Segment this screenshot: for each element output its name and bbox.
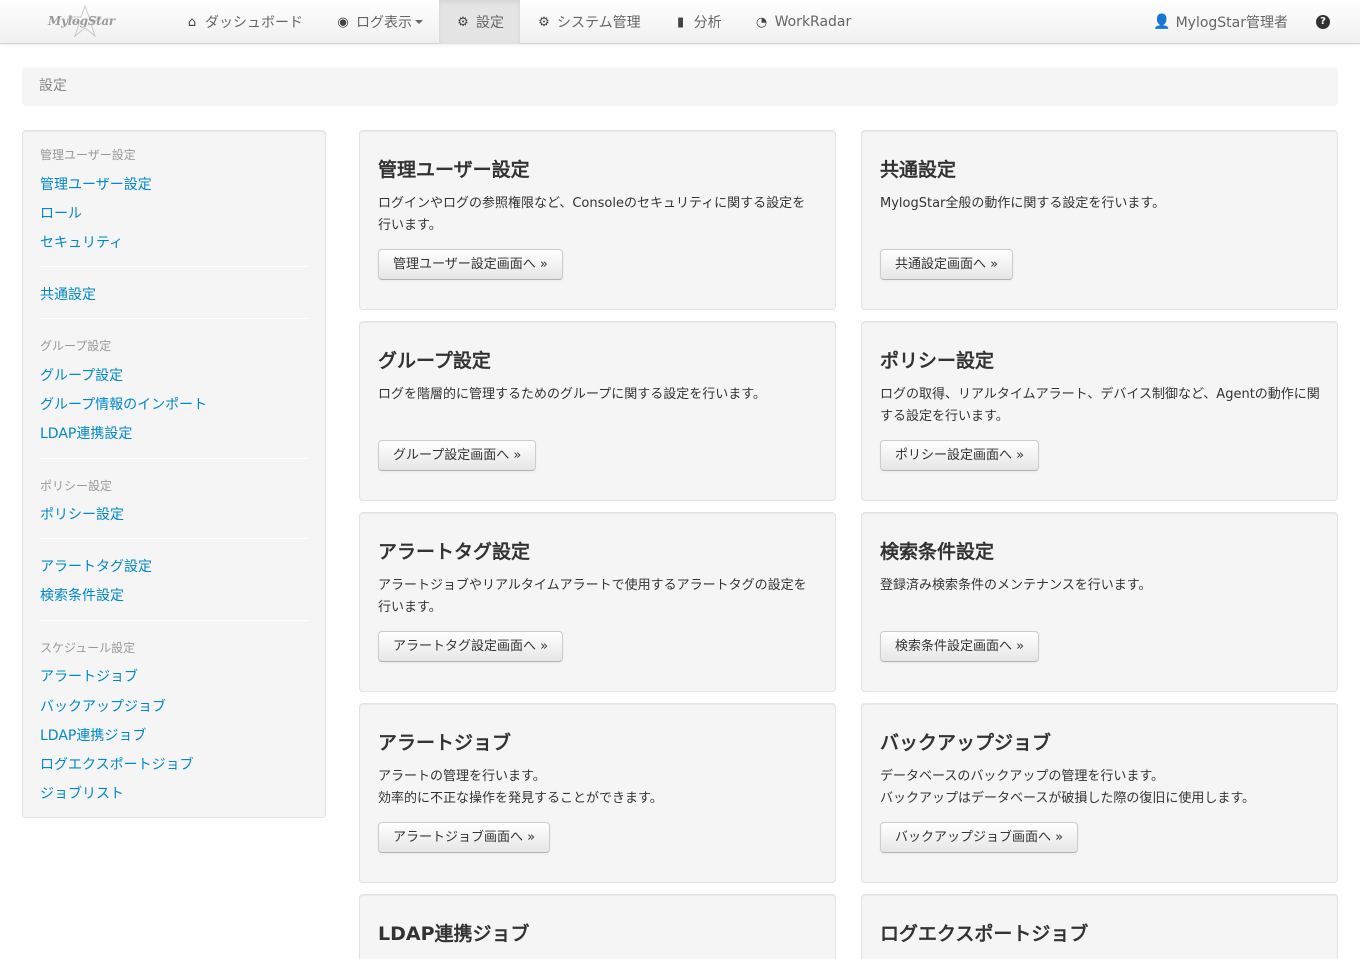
nav-dashboard[interactable]: ⌂ ダッシュボード (168, 0, 319, 44)
mylogstar-logo[interactable]: MylogStar (40, 4, 130, 40)
card-description: アラートの管理を行います。 効率的に不正な操作を発見することができます。 (378, 766, 818, 810)
card-description: ログの取得、リアルタイムアラート、デバイス制御など、Agentの動作に関する設定… (880, 384, 1320, 428)
nav-settings-label: 設定 (476, 15, 504, 31)
sidebar-item-alert-tag[interactable]: アラートタグ設定 (40, 556, 152, 576)
card-admin-user: 管理ユーザー設定 ログインやログの参照権限など、Consoleのセキュリティに関… (359, 130, 836, 310)
card-title: 管理ユーザー設定 (378, 159, 530, 181)
card-ldap-job: LDAP連携ジョブ (359, 894, 836, 959)
radar-icon: ◔ (755, 14, 768, 30)
nav-analysis-label: 分析 (693, 15, 722, 31)
card-backup-job: バックアップジョブ データベースのバックアップの管理を行います。 バックアップは… (861, 703, 1338, 883)
card-description: 登録済み検索条件のメンテナンスを行います。 (880, 575, 1320, 597)
nav-workradar[interactable]: ◔ WorkRadar (738, 0, 868, 44)
nav-settings[interactable]: ⚙ 設定 (439, 0, 520, 44)
backup-job-button[interactable]: バックアップジョブ画面へ » (880, 822, 1079, 853)
breadcrumb-current: 設定 (39, 78, 67, 94)
card-desc-line: ログの取得、リアルタイムアラート、デバイス制御など、Agentの動作に関する設定… (880, 387, 1320, 424)
sidebar-item-job-list[interactable]: ジョブリスト (40, 783, 124, 803)
nav-workradar-label: WorkRadar (774, 14, 852, 30)
sidebar-item-security[interactable]: セキュリティ (40, 232, 123, 252)
card-group: グループ設定 ログを階層的に管理するためのグループに関する設定を行います。 グル… (359, 321, 836, 501)
card-description: ログを階層的に管理するためのグループに関する設定を行います。 (378, 384, 818, 406)
card-desc-line: MylogStar全般の動作に関する設定を行います。 (880, 196, 1166, 211)
sidebar-item-search-condition[interactable]: 検索条件設定 (40, 585, 124, 605)
sidebar-divider (40, 318, 308, 319)
sidebar-divider (40, 458, 308, 459)
card-desc-line: データベースのバックアップの管理を行います。 (880, 769, 1165, 784)
card-desc-line: 登録済み検索条件のメンテナンスを行います。 (880, 578, 1152, 593)
card-description: アラートジョブやリアルタイムアラートで使用するアラートタグの設定を行います。 (378, 575, 818, 619)
alert-job-button[interactable]: アラートジョブ画面へ » (378, 822, 551, 853)
card-desc-line: ログを階層的に管理するためのグループに関する設定を行います。 (378, 387, 766, 402)
sidebar-item-ldap[interactable]: LDAP連携設定 (40, 423, 132, 443)
nav-log-view-label: ログ表示 (356, 15, 412, 31)
user-name: MylogStar管理者 (1175, 15, 1288, 31)
card-title: アラートジョブ (378, 732, 512, 754)
card-title: ログエクスポートジョブ (880, 923, 1089, 945)
sidebar-item-common[interactable]: 共通設定 (40, 284, 96, 304)
home-icon: ⌂ (187, 14, 197, 30)
card-title: 検索条件設定 (880, 541, 995, 563)
card-title: アラートタグ設定 (378, 541, 531, 563)
sidebar-divider (40, 538, 308, 539)
card-search-condition: 検索条件設定 登録済み検索条件のメンテナンスを行います。 検索条件設定画面へ » (861, 512, 1338, 692)
nav-log-view[interactable]: ◉ ログ表示 (319, 0, 439, 44)
breadcrumb: 設定 (22, 67, 1338, 106)
admin-user-settings-button[interactable]: 管理ユーザー設定画面へ » (378, 249, 563, 280)
gear-icon: ⚙ (457, 14, 469, 30)
sidebar-item-group-import[interactable]: グループ情報のインポート (40, 394, 207, 414)
card-policy: ポリシー設定 ログの取得、リアルタイムアラート、デバイス制御など、Agentの動… (861, 321, 1338, 501)
sidebar-divider (40, 266, 308, 267)
card-title: LDAP連携ジョブ (378, 923, 530, 945)
card-alert-tag: アラートタグ設定 アラートジョブやリアルタイムアラートで使用するアラートタグの設… (359, 512, 836, 692)
help-icon[interactable]: ? (1316, 15, 1330, 29)
sidebar-item-group[interactable]: グループ設定 (40, 365, 123, 385)
nav-analysis[interactable]: ▮ 分析 (657, 0, 738, 44)
card-desc-line: バックアップはデータベースが破損した際の復旧に使用します。 (880, 791, 1256, 806)
eye-icon: ◉ (337, 14, 349, 30)
nav-dashboard-label: ダッシュボード (205, 15, 303, 31)
user-menu[interactable]: 👤 MylogStar管理者 (1153, 12, 1288, 32)
group-settings-button[interactable]: グループ設定画面へ » (378, 440, 537, 471)
gear-icon: ⚙ (538, 14, 550, 30)
card-desc-line: ログインやログの参照権限など、Consoleのセキュリティに関する設定を行います… (378, 196, 806, 233)
alert-tag-settings-button[interactable]: アラートタグ設定画面へ » (378, 631, 564, 662)
nav-system-admin-label: システム管理 (557, 15, 641, 31)
sidebar-item-role[interactable]: ロール (40, 203, 82, 223)
common-settings-button[interactable]: 共通設定画面へ » (880, 249, 1014, 280)
sidebar-header-policy: ポリシー設定 (40, 479, 113, 493)
settings-sidebar: 管理ユーザー設定 管理ユーザー設定 ロール セキュリティ 共通設定 グループ設定… (22, 130, 326, 818)
card-title: ポリシー設定 (880, 350, 995, 372)
sidebar-item-ldap-job[interactable]: LDAP連携ジョブ (40, 725, 146, 745)
card-title: 共通設定 (880, 159, 957, 181)
sidebar-header-schedule: スケジュール設定 (40, 641, 136, 655)
user-icon: 👤 (1153, 14, 1171, 30)
card-description: MylogStar全般の動作に関する設定を行います。 (880, 193, 1320, 215)
search-condition-settings-button[interactable]: 検索条件設定画面へ » (880, 631, 1040, 662)
card-desc-line: 効率的に不正な操作を発見することができます。 (378, 791, 663, 806)
sidebar-item-policy[interactable]: ポリシー設定 (40, 504, 124, 524)
chevron-down-icon (415, 20, 423, 24)
sidebar-item-log-export-job[interactable]: ログエクスポートジョブ (40, 754, 194, 774)
card-description: データベースのバックアップの管理を行います。 バックアップはデータベースが破損し… (880, 766, 1320, 810)
top-navbar: MylogStar ⌂ ダッシュボード ◉ ログ表示 ⚙ 設定 ⚙ システム管理… (0, 0, 1360, 44)
card-common: 共通設定 MylogStar全般の動作に関する設定を行います。 共通設定画面へ … (861, 130, 1338, 310)
card-description: ログインやログの参照権限など、Consoleのセキュリティに関する設定を行います… (378, 193, 818, 237)
card-desc-line: アラートジョブやリアルタイムアラートで使用するアラートタグの設定を行います。 (378, 578, 807, 615)
sidebar-item-backup-job[interactable]: バックアップジョブ (40, 696, 166, 716)
card-desc-line: アラートの管理を行います。 (378, 769, 546, 784)
book-icon: ▮ (677, 14, 685, 30)
nav-system-admin[interactable]: ⚙ システム管理 (520, 0, 657, 44)
sidebar-divider (40, 620, 308, 621)
sidebar-item-alert-job[interactable]: アラートジョブ (40, 666, 138, 686)
sidebar-header-admin: 管理ユーザー設定 (40, 148, 136, 162)
policy-settings-button[interactable]: ポリシー設定画面へ » (880, 440, 1040, 471)
card-alert-job: アラートジョブ アラートの管理を行います。 効率的に不正な操作を発見することがで… (359, 703, 836, 883)
sidebar-item-admin-user[interactable]: 管理ユーザー設定 (40, 174, 152, 194)
sidebar-header-group: グループ設定 (40, 339, 112, 353)
card-title: グループ設定 (378, 350, 491, 372)
logo-text: MylogStar (48, 14, 115, 28)
card-title: バックアップジョブ (880, 732, 1052, 754)
card-log-export-job: ログエクスポートジョブ (861, 894, 1338, 959)
